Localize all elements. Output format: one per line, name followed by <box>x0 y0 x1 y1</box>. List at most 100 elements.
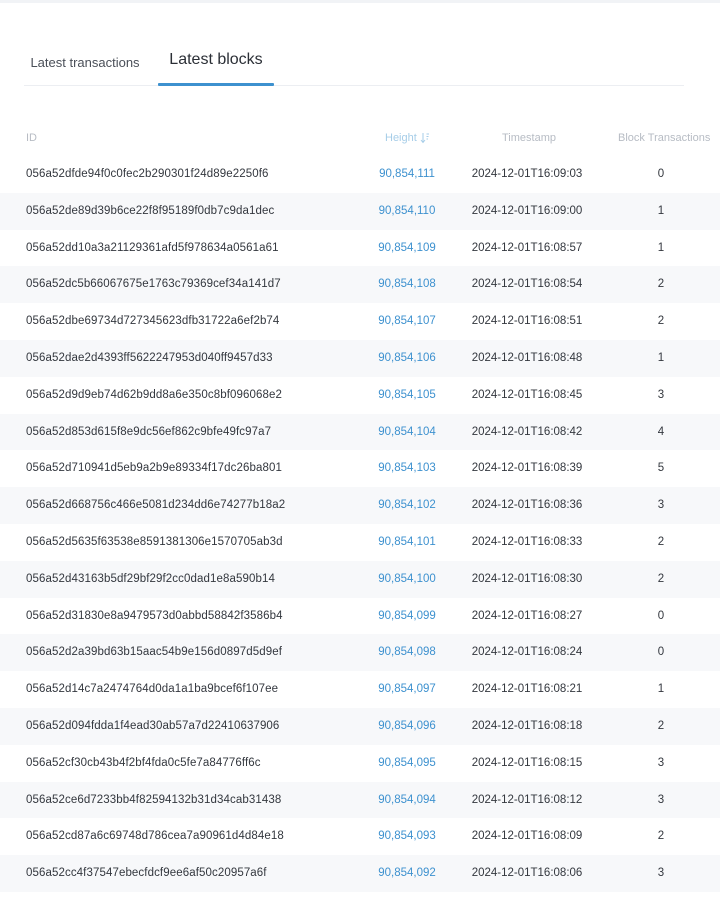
block-transaction-count: 2 <box>657 719 665 732</box>
column-header-block-transactions: Block Transactions <box>618 132 711 144</box>
block-timestamp: 2024-12-01T16:08:18 <box>471 719 583 732</box>
block-timestamp: 2024-12-01T16:08:27 <box>471 609 583 622</box>
block-height-link[interactable]: 90,854,093 <box>376 818 438 855</box>
block-height-link[interactable]: 90,854,107 <box>376 303 438 340</box>
block-id: 056a52dae2d4393ff5622247953d040ff9457d33 <box>26 351 273 364</box>
block-height-link[interactable]: 90,854,109 <box>376 230 438 267</box>
block-id: 056a52d668756c466e5081d234dd6e74277b18a2 <box>26 499 286 512</box>
table-row: 056a52d43163b5df29bf29f2cc0dad1e8a590b14… <box>0 560 720 598</box>
block-height-link[interactable]: 90,854,104 <box>376 414 438 451</box>
block-id: 056a52d31830e8a9479573d0abbd58842f3586b4 <box>26 609 283 622</box>
column-header-height-label: Height <box>385 132 417 144</box>
block-height-link[interactable]: 90,854,097 <box>376 671 438 708</box>
block-timestamp: 2024-12-01T16:08:36 <box>471 499 583 512</box>
sort-descending-icon[interactable] <box>420 132 430 144</box>
table-row: 056a52d2a39bd63b15aac54b9e156d0897d5d9ef… <box>0 634 720 672</box>
block-id: 056a52cf30cb43b4f2bf4fda0c5fe7a84776ff6c <box>26 756 261 769</box>
block-transaction-count: 5 <box>657 462 665 475</box>
block-height-link[interactable]: 90,854,110 <box>376 193 438 230</box>
block-timestamp: 2024-12-01T16:08:15 <box>471 756 583 769</box>
block-id: 056a52cc4f37547ebecfdcf9ee6af50c20957a6f <box>26 867 267 880</box>
block-height-link[interactable]: 90,854,099 <box>376 598 438 635</box>
table-row: 056a52d31830e8a9479573d0abbd58842f3586b4… <box>0 598 720 635</box>
block-transaction-count: 3 <box>657 867 665 880</box>
block-transaction-count: 2 <box>657 572 665 585</box>
block-timestamp: 2024-12-01T16:08:24 <box>471 646 583 659</box>
block-id: 056a52d710941d5eb9a2b9e89334f17dc26ba801 <box>26 462 282 475</box>
table-row: 056a52dfde94f0c0fec2b290301f24d89e2250f6… <box>0 156 720 193</box>
block-timestamp: 2024-12-01T16:08:12 <box>471 793 583 806</box>
block-transaction-count: 3 <box>657 388 665 401</box>
block-timestamp: 2024-12-01T16:08:21 <box>471 683 583 696</box>
block-height-link[interactable]: 90,854,106 <box>376 340 438 377</box>
block-id: 056a52d853d615f8e9dc56ef862c9bfe49fc97a7 <box>26 425 272 438</box>
top-divider <box>0 0 720 3</box>
block-transaction-count: 2 <box>657 278 665 291</box>
block-height-link[interactable]: 90,854,103 <box>376 450 438 487</box>
table-row: 056a52d710941d5eb9a2b9e89334f17dc26ba801… <box>0 450 720 487</box>
block-timestamp: 2024-12-01T16:08:51 <box>471 315 583 328</box>
table-row: 056a52dae2d4393ff5622247953d040ff9457d33… <box>0 339 720 377</box>
block-id: 056a52d5635f63538e8591381306e1570705ab3d <box>26 535 283 548</box>
table-row: 056a52dc5b66067675e1763c79369cef34a141d7… <box>0 266 720 304</box>
block-timestamp: 2024-12-01T16:08:48 <box>471 351 583 364</box>
block-height-link[interactable]: 90,854,095 <box>376 745 438 782</box>
block-transaction-count: 1 <box>657 204 665 217</box>
table-row: 056a52d14c7a2474764d0da1a1ba9bcef6f107ee… <box>0 671 720 708</box>
block-transaction-count: 1 <box>657 351 665 364</box>
block-height-link[interactable]: 90,854,102 <box>376 487 438 524</box>
tab-latest-blocks[interactable]: Latest blocks <box>158 38 274 82</box>
block-timestamp: 2024-12-01T16:08:39 <box>471 462 583 475</box>
table-row: 056a52d5635f63538e8591381306e1570705ab3d… <box>0 524 720 561</box>
block-transaction-count: 3 <box>657 756 665 769</box>
block-id: 056a52d2a39bd63b15aac54b9e156d0897d5d9ef <box>26 646 282 659</box>
block-transaction-count: 2 <box>657 535 665 548</box>
active-tab-indicator <box>158 83 274 86</box>
block-timestamp: 2024-12-01T16:08:33 <box>471 535 583 548</box>
block-height-link[interactable]: 90,854,096 <box>376 708 438 745</box>
block-transaction-count: 0 <box>657 168 665 180</box>
block-timestamp: 2024-12-01T16:08:45 <box>471 388 583 401</box>
block-id: 056a52dd10a3a21129361afd5f978634a0561a61 <box>26 241 279 254</box>
tab-latest-transactions[interactable]: Latest transactions <box>24 40 146 84</box>
block-transaction-count: 1 <box>657 683 665 696</box>
column-header-height[interactable]: Height <box>385 127 430 149</box>
block-id: 056a52ce6d7233bb4f82594132b31d34cab31438 <box>26 793 282 806</box>
block-height-link[interactable]: 90,854,108 <box>376 266 438 303</box>
block-height-link[interactable]: 90,854,101 <box>376 524 438 561</box>
block-id: 056a52d094fdda1f4ead30ab57a7d22410637906 <box>26 719 280 732</box>
table-row: 056a52dd10a3a21129361afd5f978634a0561a61… <box>0 230 720 267</box>
block-transaction-count: 1 <box>657 241 665 254</box>
block-height-link[interactable]: 90,854,105 <box>376 377 438 414</box>
block-timestamp: 2024-12-01T16:08:30 <box>471 572 583 585</box>
block-height-link[interactable]: 90,854,098 <box>376 634 438 671</box>
table-row: 056a52d668756c466e5081d234dd6e74277b18a2… <box>0 487 720 524</box>
table-row: 056a52de89d39b6ce22f8f95189f0db7c9da1dec… <box>0 192 720 230</box>
block-id: 056a52dc5b66067675e1763c79369cef34a141d7 <box>26 278 281 291</box>
block-transaction-count: 2 <box>657 830 665 843</box>
block-id: 056a52d43163b5df29bf29f2cc0dad1e8a590b14 <box>26 572 275 585</box>
table-row: 056a52dbe69734d727345623dfb31722a6ef2b74… <box>0 303 720 340</box>
table-row: 056a52d9d9eb74d62b9dd8a6e350c8bf096068e2… <box>0 377 720 414</box>
block-id: 056a52de89d39b6ce22f8f95189f0db7c9da1dec <box>26 204 275 217</box>
block-id: 056a52dfde94f0c0fec2b290301f24d89e2250f6 <box>26 168 269 180</box>
block-height-link[interactable]: 90,854,092 <box>376 855 438 892</box>
table-row: 056a52cf30cb43b4f2bf4fda0c5fe7a84776ff6c… <box>0 745 720 782</box>
block-height-link[interactable]: 90,854,094 <box>376 782 438 819</box>
block-id: 056a52cd87a6c69748d786cea7a90961d4d84e18 <box>26 830 284 843</box>
table-row: 056a52ce6d7233bb4f82594132b31d34cab31438… <box>0 781 720 819</box>
block-height-link[interactable]: 90,854,100 <box>376 561 438 598</box>
table-row: 056a52d853d615f8e9dc56ef862c9bfe49fc97a7… <box>0 413 720 451</box>
block-transaction-count: 4 <box>657 425 665 438</box>
block-timestamp: 2024-12-01T16:08:57 <box>471 241 583 254</box>
block-transaction-count: 3 <box>657 793 665 806</box>
block-timestamp: 2024-12-01T16:09:03 <box>471 168 583 180</box>
table-row: 056a52cc4f37547ebecfdcf9ee6af50c20957a6f… <box>0 855 720 892</box>
block-height-link[interactable]: 90,854,111 <box>376 156 438 193</box>
block-id: 056a52d14c7a2474764d0da1a1ba9bcef6f107ee <box>26 683 279 696</box>
block-timestamp: 2024-12-01T16:08:42 <box>471 425 583 438</box>
tab-bar: Latest transactions Latest blocks <box>24 40 684 86</box>
block-transaction-count: 0 <box>657 646 665 659</box>
block-timestamp: 2024-12-01T16:08:06 <box>471 867 583 880</box>
block-timestamp: 2024-12-01T16:08:54 <box>471 278 583 291</box>
